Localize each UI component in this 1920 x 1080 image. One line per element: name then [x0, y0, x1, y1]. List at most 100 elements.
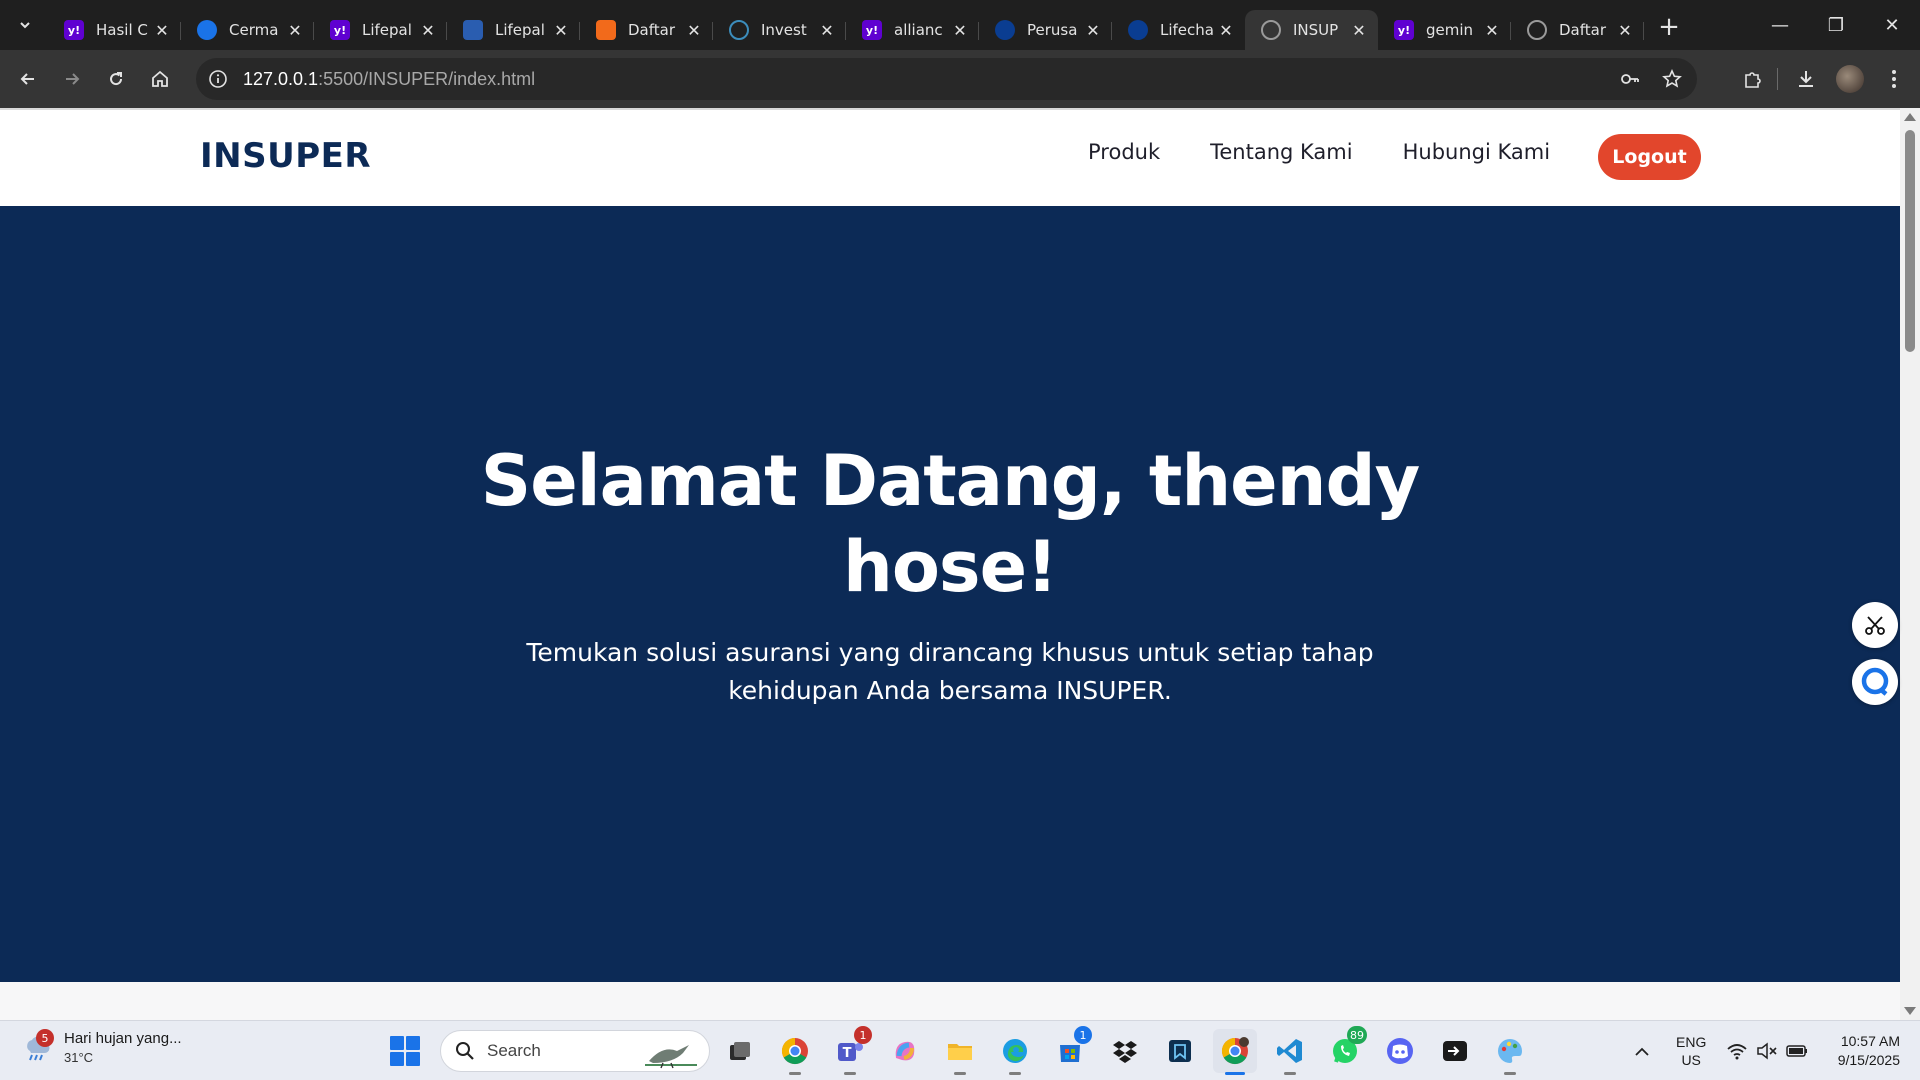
taskbar-search[interactable]: Search [440, 1030, 710, 1072]
tab-close-icon[interactable]: ✕ [1616, 21, 1634, 40]
edge-app[interactable] [993, 1029, 1037, 1075]
rain-cloud-icon: 5 [22, 1029, 54, 1063]
nav-link-hubungi-kami[interactable]: Hubungi Kami [1403, 140, 1550, 164]
camera-app[interactable] [1433, 1029, 1477, 1073]
browser-tab[interactable]: Cerma ✕ [181, 10, 314, 50]
home-button[interactable] [140, 59, 180, 99]
tab-close-icon[interactable]: ✕ [951, 21, 969, 40]
windows-logo-tile [390, 1036, 404, 1050]
tab-list: y! Hasil C ✕ Cerma ✕ y! Lifepal ✕ Lifepal ✕ Daftar… [48, 0, 1644, 50]
quick-settings-button[interactable] [1724, 1038, 1814, 1064]
password-key-button[interactable] [1613, 62, 1647, 96]
chrome-profile-icon [1221, 1037, 1249, 1065]
ms-store-app[interactable]: 1 [1048, 1026, 1092, 1073]
back-button[interactable] [8, 59, 48, 99]
tab-close-icon[interactable]: ✕ [1084, 21, 1102, 40]
browser-tab[interactable]: y! allianc ✕ [846, 10, 979, 50]
chrome-app[interactable] [773, 1029, 817, 1075]
tab-close-icon[interactable]: ✕ [685, 21, 703, 40]
chat-assistant-button[interactable] [1852, 659, 1898, 705]
copilot-app[interactable] [883, 1029, 927, 1073]
nav-link-produk[interactable]: Produk [1088, 140, 1160, 164]
clock-date: 9/15/2025 [1837, 1052, 1900, 1068]
tab-close-icon[interactable]: ✕ [1350, 21, 1368, 40]
scroll-up-arrow[interactable] [1904, 113, 1916, 121]
start-button[interactable] [390, 1036, 420, 1066]
arrow-right-icon [66, 73, 80, 85]
task-view-icon [730, 1042, 750, 1060]
running-indicator [954, 1072, 966, 1075]
new-tab-button[interactable]: + [1652, 10, 1686, 44]
close-window-button[interactable]: ✕ [1864, 0, 1920, 50]
dropbox-app[interactable] [1103, 1029, 1147, 1073]
teams-app[interactable]: T 1 [828, 1026, 872, 1075]
site-logo[interactable]: INSUPER [200, 136, 371, 176]
downloads-button[interactable] [1786, 59, 1826, 99]
tab-search-button[interactable] [8, 8, 42, 42]
scroll-down-arrow[interactable] [1904, 1007, 1916, 1015]
forward-button[interactable] [52, 59, 92, 99]
task-view-button[interactable] [718, 1029, 762, 1073]
browser-tab[interactable]: Lifepal ✕ [447, 10, 580, 50]
whatsapp-app[interactable]: 89 [1323, 1026, 1367, 1073]
tab-close-icon[interactable]: ✕ [1217, 21, 1235, 40]
tab-close-icon[interactable]: ✕ [1483, 21, 1501, 40]
system-clock[interactable]: 10:57 AM 9/15/2025 [1838, 1032, 1900, 1070]
tab-title: allianc [894, 21, 943, 39]
system-tray: ENG US [1630, 1021, 1814, 1080]
tab-close-icon[interactable]: ✕ [552, 21, 570, 40]
file-explorer-app[interactable] [938, 1029, 982, 1075]
browser-tab[interactable]: Daftar ✕ [580, 10, 713, 50]
browser-tab[interactable]: y! Lifepal ✕ [314, 10, 447, 50]
tab-close-icon[interactable]: ✕ [286, 21, 304, 40]
browser-tab[interactable]: Perusa ✕ [979, 10, 1112, 50]
tab-title: Lifepal [362, 21, 412, 39]
running-indicator [1284, 1072, 1296, 1075]
site-info-button[interactable] [201, 62, 235, 96]
reload-button[interactable] [96, 59, 136, 99]
chevron-up-icon [1635, 1047, 1649, 1056]
tab-title: Daftar [628, 21, 675, 39]
screenshot-tool-button[interactable] [1852, 602, 1898, 648]
lifepal-icon [463, 20, 483, 40]
tab-title: Hasil C [96, 21, 148, 39]
paint-app[interactable] [1488, 1029, 1532, 1075]
info-icon [209, 70, 227, 88]
nav-link-tentang-kami[interactable]: Tentang Kami [1210, 140, 1352, 164]
menu-button[interactable] [1874, 59, 1914, 99]
yahoo-icon: y! [64, 20, 84, 40]
chrome-app-active[interactable] [1213, 1029, 1257, 1075]
tab-close-icon[interactable]: ✕ [153, 21, 171, 40]
browser-tab[interactable]: y! Hasil C ✕ [48, 10, 181, 50]
page-scrollbar[interactable] [1900, 108, 1920, 1020]
vscode-icon [1277, 1039, 1302, 1063]
browser-tab[interactable]: Lifecha ✕ [1112, 10, 1245, 50]
download-icon [1799, 71, 1813, 87]
logout-button[interactable]: Logout [1598, 134, 1701, 180]
address-bar[interactable]: 127.0.0.1:5500/INSUPER/index.html [196, 58, 1697, 100]
restore-button[interactable]: ❐ [1808, 0, 1864, 50]
browser-tab[interactable]: Daftar ✕ [1511, 10, 1644, 50]
tab-close-icon[interactable]: ✕ [818, 21, 836, 40]
browser-tab[interactable]: y! gemin ✕ [1378, 10, 1511, 50]
folder-icon [948, 1044, 972, 1060]
dark-app[interactable] [1158, 1029, 1202, 1073]
discord-app[interactable] [1378, 1029, 1422, 1073]
vscode-app[interactable] [1268, 1029, 1312, 1075]
weather-temp: 31°C [64, 1050, 94, 1065]
bookmark-star-button[interactable] [1655, 62, 1689, 96]
scissors-icon [1865, 616, 1885, 635]
browser-tab[interactable]: Invest ✕ [713, 10, 846, 50]
minimize-button[interactable]: — [1752, 0, 1808, 50]
profile-button[interactable] [1830, 59, 1870, 99]
scrollbar-thumb[interactable] [1905, 130, 1915, 352]
language-indicator[interactable]: ENG US [1676, 1033, 1706, 1069]
weather-widget[interactable]: 5 Hari hujan yang... 31°C [22, 1029, 182, 1067]
browser-tab[interactable]: INSUP ✕ [1245, 10, 1378, 50]
extensions-button[interactable] [1733, 59, 1773, 99]
tab-close-icon[interactable]: ✕ [419, 21, 437, 40]
web-page: INSUPER Produk Tentang Kami Hubungi Kami… [0, 108, 1900, 1020]
language-code: ENG [1676, 1034, 1707, 1050]
running-indicator [1225, 1072, 1245, 1075]
show-hidden-icons-button[interactable] [1630, 1042, 1654, 1061]
